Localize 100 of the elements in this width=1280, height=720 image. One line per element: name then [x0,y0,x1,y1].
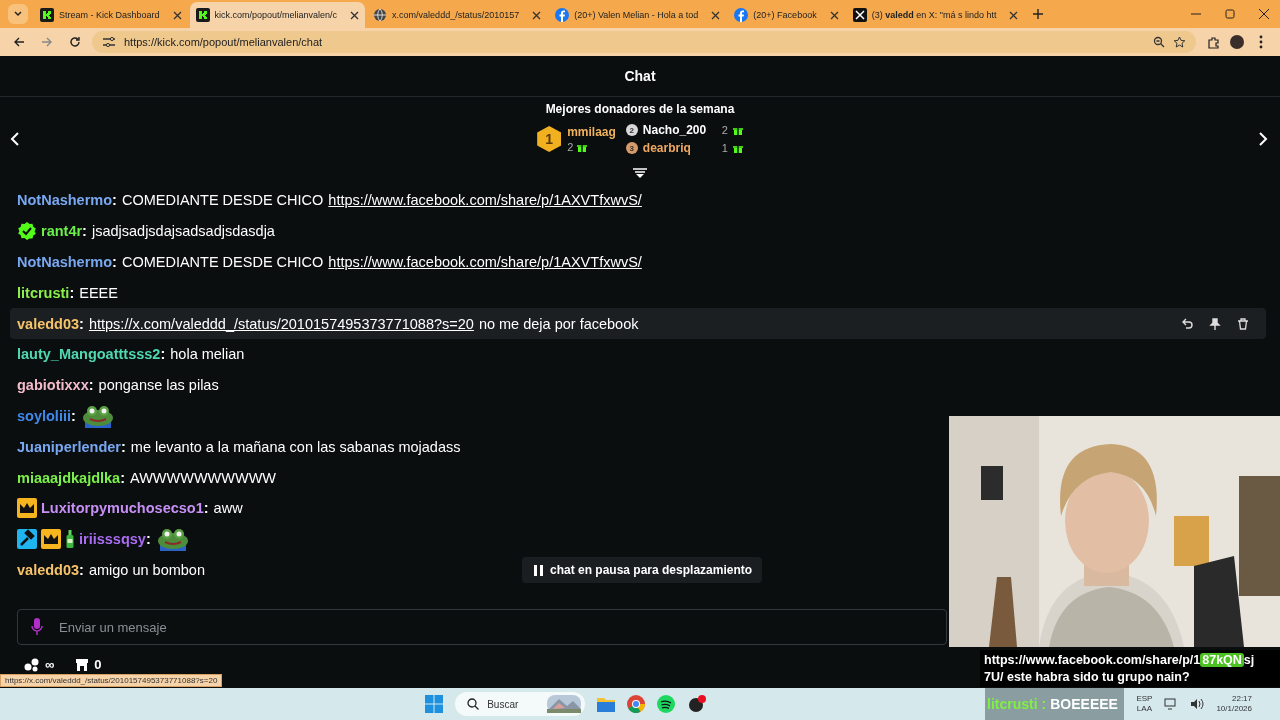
colon: : [79,315,84,332]
chat-username[interactable]: miaaajdkajdlka [17,469,121,486]
app-icon[interactable] [687,695,708,713]
pin-icon[interactable] [1209,317,1221,330]
microphone-icon[interactable] [31,618,43,636]
frog-emote-icon [80,403,115,428]
language-text[interactable]: ESP [1136,694,1153,704]
star-icon[interactable] [1173,35,1186,49]
event-username: litcrusti [987,696,1038,712]
chat-username[interactable]: valedd03 [17,561,80,578]
event-separator: : [1041,696,1047,712]
start-icon[interactable] [425,695,444,713]
facebook-icon [734,8,749,22]
browser-tab[interactable]: (20+) Valen Melian - Hola a tod [549,2,727,28]
donor-name: Nacho_200 [642,123,708,137]
trash-icon[interactable] [1237,317,1249,330]
bottle-icon [65,529,75,550]
pause-icon [534,564,543,576]
browser-tab[interactable]: x.com/valeddd_/status/2010157 [367,2,548,28]
chat-username[interactable]: Luxitorpymuchosecso1 [41,500,204,517]
site-settings-icon[interactable] [102,36,116,48]
points-value: ∞ [45,657,55,672]
spotify-icon[interactable] [657,695,676,713]
message-input[interactable]: Enviar un mensaje [17,609,947,645]
message-text: COMEDIANTE DESDE CHICO [121,192,324,209]
colon: : [203,500,209,517]
volume-icon[interactable] [1190,698,1205,710]
close-tab-icon[interactable] [1009,10,1019,20]
message-link[interactable]: https://x.com/valeddd_/status/2010157495373771088?s=20 [88,315,474,332]
hammer-badge-icon [17,529,37,550]
message-text: aww [213,500,243,517]
gift-count: 2 [567,141,574,153]
gift-count: 1 [720,142,728,154]
gift-icon [732,125,743,135]
chat-username[interactable]: valedd03 [17,315,80,332]
undo-icon[interactable] [1181,317,1193,330]
rank-badge: 2 [625,124,638,136]
chat-username[interactable]: litcrusti [17,284,70,301]
close-tab-icon[interactable] [532,10,542,20]
colon: : [145,531,151,548]
message-text: AWWWWWWWWWW [130,469,276,486]
colon: : [82,223,87,240]
rank-badge: 1 [537,126,562,152]
layout-text[interactable]: LAA [1136,704,1152,714]
donor-name: mmilaag [567,125,616,139]
kick-icon [195,8,210,22]
tab-list-icon[interactable] [8,4,28,24]
clock-time[interactable]: 22:17 [1232,694,1252,704]
close-tab-icon[interactable] [711,10,721,20]
message-text: EEEE [79,284,118,301]
paused-notice[interactable]: chat en pausa para desplazamiento [522,557,763,583]
gift-icon [732,143,743,153]
close-tab-icon[interactable] [172,10,182,20]
chat-username[interactable]: lauty_Mangoatttsss2 [17,346,161,363]
store-value: 0 [94,657,102,672]
message-text: amigo un bombon [88,561,205,578]
colon: : [112,192,117,209]
kick-icon [40,8,54,22]
facebook-icon [555,8,570,22]
colon: : [112,254,117,270]
verified-badge-icon [17,221,37,242]
collapse-icon[interactable] [633,168,647,178]
gift-count: 2 [720,124,728,136]
message-text: jsadjsadjsdajsadsadjsdasdja [91,223,275,240]
folder-icon[interactable] [597,696,616,712]
chat-username[interactable]: gabiotixxx [17,377,89,394]
chat-username[interactable]: NotNashermo [17,254,113,270]
browser-tab[interactable]: kick.com/popout/melianvalen/c [189,2,366,28]
profile-avatar[interactable] [1230,35,1244,49]
search-icon [467,698,480,710]
close-tab-icon[interactable] [350,10,360,20]
clock-date[interactable]: 10/1/2026 [1216,704,1252,714]
message-text: no me deja por facebook [478,315,639,332]
message-link[interactable]: https://www.facebook.com/share/p/1AXVTfxwvS/ [328,254,642,270]
browser-tab[interactable]: Stream - Kick Dashboard [34,2,188,28]
browser-tab[interactable]: (20+) Facebook [728,2,845,28]
colon: : [160,346,166,363]
chat-username[interactable]: iriisssqsy [79,531,146,548]
close-tab-icon[interactable] [829,10,839,20]
zoom-icon[interactable] [1153,36,1165,48]
crown-badge-icon [41,529,61,550]
chat-username[interactable]: rant4r [41,223,83,240]
donor-name: dearbriq [642,141,692,155]
caption-text: https://www.facebook.com/share/p/1 87kQN sj [984,653,1256,667]
chat-username[interactable]: soyloliii [17,407,71,424]
store-icon[interactable] [75,657,90,672]
crown-badge-icon [17,498,37,519]
taskbar-search[interactable]: Buscar [455,692,586,716]
message-link[interactable]: https://www.facebook.com/share/p/1AXVTfxwvS/ [328,192,642,209]
chat-username[interactable]: Juaniperlender [17,438,121,455]
browser-tab[interactable]: (3) valedd en X: "má s lindo htt [846,2,1025,28]
chrome-icon[interactable] [627,695,646,713]
message-text: me levanto a la mañana con las sabanas mojadass [130,438,461,455]
chat-username[interactable]: NotNashermo [17,192,113,209]
colon: : [69,284,75,301]
address-bar[interactable]: https://kick.com/popout/melianvalen/chat [92,31,1196,53]
colon: : [120,438,126,455]
points-icon[interactable] [24,657,40,672]
colon: : [79,561,84,578]
globe-icon [373,8,388,22]
